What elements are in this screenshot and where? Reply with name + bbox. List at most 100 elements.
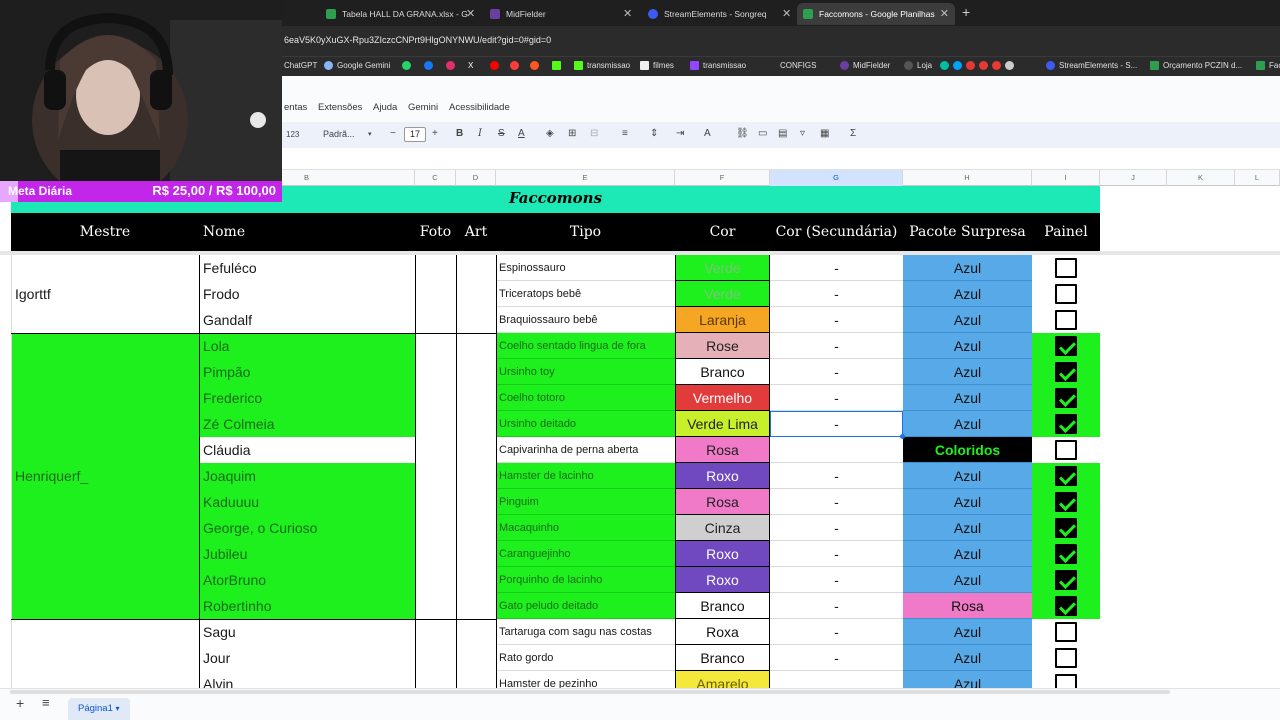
tab-midfielder[interactable]: MidFielder <box>484 3 634 25</box>
nome-cell[interactable]: Jour <box>203 650 411 666</box>
bookmark-facc[interactable]: Facc <box>1256 61 1280 70</box>
comment-icon[interactable]: ▭ <box>758 128 767 139</box>
menu-extensoes[interactable]: Extensões <box>318 102 362 113</box>
tab-hall-da-grana[interactable]: Tabela HALL DA GRANA.xlsx - G <box>320 3 480 25</box>
instagram-icon[interactable] <box>446 61 459 70</box>
tipo-cell[interactable]: Triceratops bebê <box>499 288 673 300</box>
url-text[interactable]: 6eaV5K0yXuGX-Rpu3ZIczcCNPrt9HlgONYNWU/ed… <box>284 35 551 45</box>
painel-checkbox[interactable] <box>1055 258 1077 278</box>
pacote-surpresa-cell[interactable]: Azul <box>903 463 1032 489</box>
menu-gemini[interactable]: Gemini <box>408 102 438 113</box>
filter-icon[interactable]: ▿ <box>800 128 805 139</box>
tipo-cell[interactable]: Hamster de lacinho <box>499 470 673 482</box>
pacote-surpresa-cell[interactable]: Azul <box>903 333 1032 359</box>
bookmark-chatgpt[interactable]: ChatGPT <box>284 61 317 70</box>
sheet-tab-pagina1[interactable]: Página1 ▾ <box>68 698 130 720</box>
align-horizontal-icon[interactable]: ≡ <box>622 128 628 139</box>
column-header[interactable]: D <box>456 170 496 186</box>
nome-cell[interactable]: Gandalf <box>203 312 411 328</box>
column-header[interactable]: J <box>1100 170 1167 186</box>
new-tab-plus-icon[interactable]: + <box>962 4 970 20</box>
cor-cell[interactable]: Branco <box>675 593 770 619</box>
painel-checkbox[interactable] <box>1055 674 1077 688</box>
pacote-surpresa-cell[interactable]: Azul <box>903 385 1032 411</box>
cor-cell[interactable]: Laranja <box>675 307 770 333</box>
italic-icon[interactable]: I <box>478 128 482 139</box>
column-header[interactable]: E <box>496 170 675 186</box>
bold-icon[interactable]: B <box>456 128 463 139</box>
nome-cell[interactable]: Zé Colmeia <box>203 416 411 432</box>
nome-cell[interactable]: Kaduuuu <box>203 494 411 510</box>
nome-cell[interactable]: Joaquim <box>203 468 411 484</box>
nome-cell[interactable]: Sagu <box>203 624 411 640</box>
tipo-cell[interactable]: Rato gordo <box>499 652 673 664</box>
cor-cell[interactable]: Roxo <box>675 463 770 489</box>
bookmark-gemini[interactable]: Google Gemini <box>324 61 390 70</box>
bookmark-transmissao[interactable]: transmissao <box>690 61 746 70</box>
strikethrough-icon[interactable]: S <box>498 128 505 139</box>
bookmark-orcamento[interactable]: Orçamento PCZIN d... <box>1150 61 1242 70</box>
menu-acessibilidade[interactable]: Acessibilidade <box>449 102 510 113</box>
column-header[interactable]: I <box>1032 170 1100 186</box>
cor-secundaria-cell[interactable]: - <box>770 338 903 354</box>
painel-checkbox[interactable] <box>1055 570 1077 590</box>
font-size-input[interactable]: 17 <box>404 127 426 142</box>
cor-secundaria-cell[interactable]: - <box>770 260 903 276</box>
painel-checkbox[interactable] <box>1055 622 1077 642</box>
pacote-surpresa-cell[interactable]: Azul <box>903 489 1032 515</box>
tipo-cell[interactable]: Espinossauro <box>499 262 673 274</box>
nome-cell[interactable]: Cláudia <box>203 442 411 458</box>
painel-checkbox[interactable] <box>1055 466 1077 486</box>
align-vertical-icon[interactable]: ⇕ <box>650 128 658 139</box>
pacote-surpresa-cell[interactable]: Azul <box>903 281 1032 307</box>
horizontal-scrollbar[interactable] <box>10 690 1170 694</box>
functions-icon[interactable]: Σ <box>850 128 856 139</box>
tipo-cell[interactable]: Coelho sentado lingua de fora <box>499 340 673 352</box>
chart-icon[interactable]: ▤ <box>778 128 787 139</box>
tipo-cell[interactable]: Hamster de pezinho <box>499 678 673 688</box>
mestre-cell[interactable]: Henriquerf_ <box>15 468 195 484</box>
cor-secundaria-cell[interactable]: - <box>770 598 903 614</box>
pacote-surpresa-cell[interactable]: Azul <box>903 567 1032 593</box>
menu-ferramentas[interactable]: entas <box>284 102 307 113</box>
table-view-icon[interactable]: ▦ <box>820 128 829 139</box>
tipo-cell[interactable]: Macaquinho <box>499 522 673 534</box>
bookmark-loja[interactable]: Loja <box>904 61 932 70</box>
increase-font-size-button[interactable]: + <box>432 128 438 139</box>
painel-checkbox[interactable] <box>1055 544 1077 564</box>
text-wrap-icon[interactable]: ⇥ <box>676 128 684 139</box>
nome-cell[interactable]: Jubileu <box>203 546 411 562</box>
painel-checkbox[interactable] <box>1055 336 1077 356</box>
cor-cell[interactable]: Roxa <box>675 619 770 645</box>
painel-checkbox[interactable] <box>1055 310 1077 330</box>
cor-cell[interactable]: Branco <box>675 359 770 385</box>
painel-checkbox[interactable] <box>1055 648 1077 668</box>
tipo-cell[interactable]: Capivarinha de perna aberta <box>499 444 673 456</box>
link-icon[interactable]: ⛓ <box>736 128 749 139</box>
pacote-surpresa-cell[interactable]: Azul <box>903 411 1032 437</box>
column-header[interactable]: K <box>1167 170 1235 186</box>
painel-checkbox[interactable] <box>1055 284 1077 304</box>
cor-cell[interactable]: Cinza <box>675 515 770 541</box>
borders-icon[interactable]: ⊞ <box>568 128 576 139</box>
nome-cell[interactable]: Fefuléco <box>203 260 411 276</box>
painel-checkbox[interactable] <box>1055 362 1077 382</box>
pacote-surpresa-cell[interactable]: Azul <box>903 255 1032 281</box>
cor-secundaria-cell[interactable]: - <box>770 390 903 406</box>
add-sheet-button[interactable]: + <box>16 695 24 711</box>
pacote-surpresa-cell[interactable]: Azul <box>903 307 1032 333</box>
painel-checkbox[interactable] <box>1055 518 1077 538</box>
close-tab-icon[interactable]: ✕ <box>782 7 791 20</box>
kick-icon[interactable]: transmissao <box>574 61 630 70</box>
cor-secundaria-cell[interactable]: - <box>770 494 903 510</box>
close-tab-icon[interactable]: ✕ <box>466 7 475 20</box>
all-sheets-menu-icon[interactable]: ≡ <box>42 695 50 710</box>
menu-ajuda[interactable]: Ajuda <box>373 102 397 113</box>
cor-cell[interactable]: Roxo <box>675 541 770 567</box>
pacote-surpresa-cell[interactable]: Rosa <box>903 593 1032 619</box>
red-icon[interactable] <box>530 61 543 70</box>
cor-cell[interactable]: Verde <box>675 255 770 281</box>
pacote-surpresa-cell[interactable]: Azul <box>903 541 1032 567</box>
painel-checkbox[interactable] <box>1055 388 1077 408</box>
column-header[interactable]: F <box>675 170 770 186</box>
